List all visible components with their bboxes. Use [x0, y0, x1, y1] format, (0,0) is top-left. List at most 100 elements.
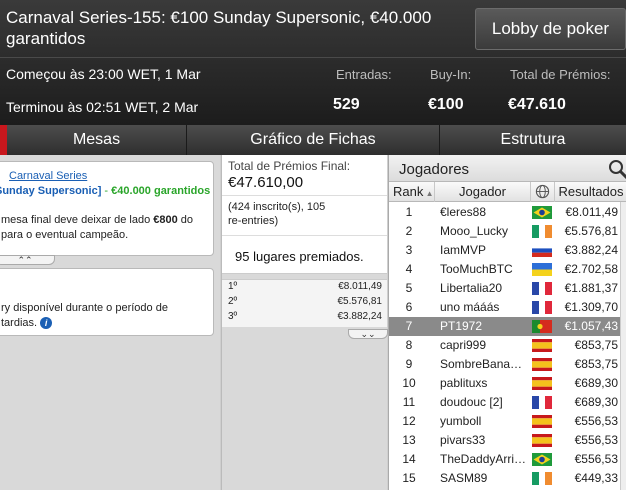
portugal-flag-icon	[532, 320, 552, 333]
france-flag-icon	[532, 396, 552, 409]
payout-row: 1º €8.011,49	[228, 281, 382, 296]
tab-tables[interactable]: Mesas	[7, 125, 187, 155]
player-name: Mooo_Lucky	[440, 224, 509, 238]
player-result: €1.309,70	[564, 300, 618, 314]
event-name: Sunday Supersonic]	[0, 185, 102, 197]
players-column-header: Rank ▲ Jogador Resultados	[389, 182, 626, 202]
player-row[interactable]: 4 TooMuchBTC €2.702,58	[389, 260, 626, 279]
ireland-flag-icon	[532, 225, 552, 238]
player-rank: 11	[402, 395, 416, 409]
player-name: capri999	[440, 338, 487, 352]
players-scrollbar[interactable]	[620, 202, 626, 490]
player-result: €689,30	[574, 395, 618, 409]
france-flag-icon	[532, 282, 552, 295]
player-name: pivars33	[440, 433, 486, 447]
desc-line2: para o eventual campeão.	[1, 229, 129, 241]
player-row[interactable]: 12 yumboll €556,53	[389, 412, 626, 431]
entries-label: Entradas:	[336, 67, 392, 82]
tab-chip-graph[interactable]: Gráfico de Fichas	[187, 125, 440, 155]
player-rank: 6	[405, 300, 413, 314]
guarantee-text: €40.000 garantidos	[111, 185, 211, 197]
player-row[interactable]: 11 doudouc [2] €689,30	[389, 393, 626, 412]
player-row[interactable]: 14 TheDaddyArri… €556,53	[389, 450, 626, 469]
info-icon[interactable]: i	[40, 317, 53, 329]
player-column-header[interactable]: Jogador	[435, 182, 531, 202]
player-name: uno mááás	[440, 300, 500, 314]
player-rank: 5	[405, 281, 413, 295]
player-result: €5.576,81	[564, 224, 618, 238]
payout-place: 3º	[228, 311, 238, 322]
desc-pre: mesa final deve deixar de lado	[1, 214, 154, 226]
player-rank: 12	[402, 414, 416, 428]
payout-amount: €8.011,49	[338, 281, 382, 292]
spain-flag-icon	[532, 377, 552, 390]
ukraine-flag-icon	[532, 263, 552, 276]
player-rank: 13	[402, 433, 416, 447]
final-prize-label: Total de Prémios Final:	[228, 159, 351, 173]
players-title: Jogadores	[399, 161, 470, 178]
player-result: €556,53	[574, 433, 618, 447]
results-column-header[interactable]: Resultados	[555, 182, 626, 202]
info-panel: Carnaval Series Sunday Supersonic] - €40…	[0, 155, 220, 490]
france-flag-icon	[532, 301, 552, 314]
brazil-flag-icon	[532, 206, 552, 219]
prize-summary: Total de Prémios Final: €47.610,00 (424 …	[222, 155, 387, 274]
player-row[interactable]: 10 pablituxs €689,30	[389, 374, 626, 393]
rank-column-header[interactable]: Rank ▲	[389, 182, 435, 202]
tournament-title: Carnaval Series-155: €100 Sunday Superso…	[6, 8, 432, 48]
divider	[222, 235, 387, 236]
desc-post: do	[177, 214, 194, 226]
player-row[interactable]: 7 PT1972 €1.057,43	[389, 317, 626, 336]
divider	[222, 195, 387, 196]
poker-lobby-button[interactable]: Lobby de poker	[475, 8, 626, 50]
tournament-lobby-window: Carnaval Series-155: €100 Sunday Superso…	[0, 0, 626, 490]
player-rank: 15	[402, 471, 416, 485]
tab-accent	[0, 125, 7, 155]
player-rank: 8	[405, 338, 413, 352]
player-rank: 1	[405, 205, 413, 219]
player-rank: 4	[405, 262, 413, 276]
player-row[interactable]: 9 SombreBana… €853,75	[389, 355, 626, 374]
header-divider	[0, 57, 626, 58]
player-row[interactable]: 15 SASM89 €449,33	[389, 469, 626, 488]
collapse-button[interactable]: ⌃⌃	[0, 255, 55, 265]
player-row[interactable]: 8 capri999 €853,75	[389, 336, 626, 355]
separator: -	[104, 185, 109, 197]
brazil-flag-icon	[532, 453, 552, 466]
spain-flag-icon	[532, 339, 552, 352]
player-row[interactable]: 13 pivars33 €556,53	[389, 431, 626, 450]
player-row[interactable]: 6 uno mááás €1.309,70	[389, 298, 626, 317]
player-result: €1.881,37	[564, 281, 618, 295]
player-result: €556,53	[574, 414, 618, 428]
country-column-header[interactable]	[531, 182, 555, 202]
players-panel: Jogadores Rank ▲ Jogador Resultados 1 €le…	[388, 155, 626, 490]
player-row[interactable]: 1 €leres88 €8.011,49	[389, 203, 626, 222]
entrants-line1: (424 inscrito(s), 105	[228, 201, 326, 213]
rank-header-label: Rank	[393, 184, 424, 199]
player-row[interactable]: 2 Mooo_Lucky €5.576,81	[389, 222, 626, 241]
player-row[interactable]: 3 IamMVP €3.882,24	[389, 241, 626, 260]
spain-flag-icon	[532, 434, 552, 447]
expand-payouts-button[interactable]: ⌄⌄	[348, 329, 388, 339]
payout-place: 1º	[228, 281, 238, 292]
player-result: €1.057,43	[564, 319, 618, 333]
player-result: €8.011,49	[565, 205, 619, 219]
series-link[interactable]: Carnaval Series	[9, 170, 87, 182]
player-name: TheDaddyArri…	[440, 452, 527, 466]
tournament-header: Carnaval Series-155: €100 Sunday Superso…	[0, 0, 626, 125]
player-name: SASM89	[440, 471, 488, 485]
player-rank: 9	[405, 357, 413, 371]
player-name: SombreBana…	[440, 357, 523, 371]
player-result: €689,30	[574, 376, 618, 390]
player-rank: 2	[405, 224, 413, 238]
tab-structure[interactable]: Estrutura	[440, 125, 626, 155]
late-line1: ry disponível durante o período de	[1, 302, 168, 314]
player-row[interactable]: 5 Libertalia20 €1.881,37	[389, 279, 626, 298]
player-rank: 7	[405, 319, 413, 333]
search-icon[interactable]	[607, 158, 626, 180]
desc-amount: €800	[153, 214, 178, 226]
player-name: PT1972	[440, 319, 483, 333]
player-result: €2.702,58	[564, 262, 618, 276]
tab-bar: Mesas Gráfico de Fichas Estrutura	[0, 125, 626, 155]
spain-flag-icon	[532, 415, 552, 428]
